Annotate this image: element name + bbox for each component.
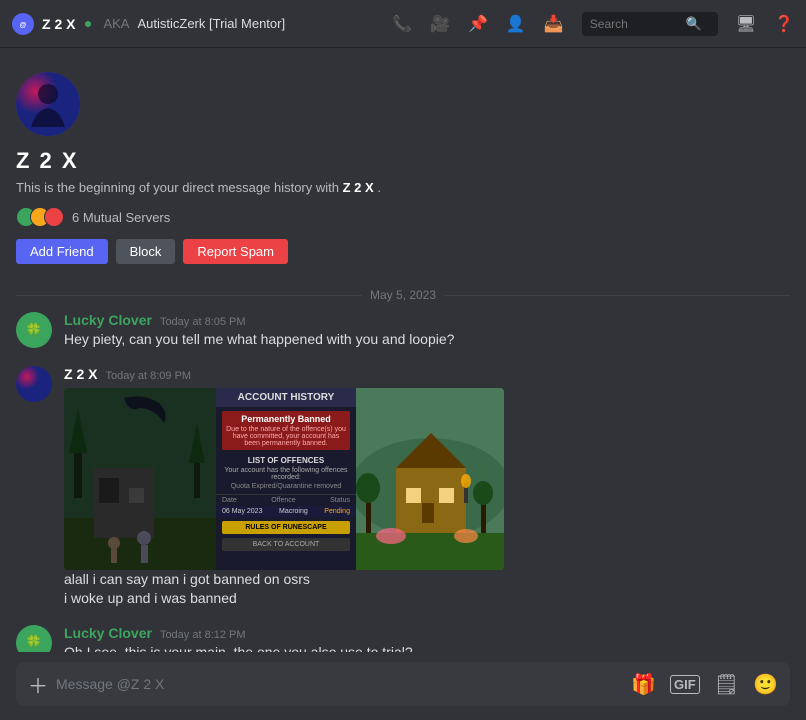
table-row: 06 May 2023 Macroing Pending [216, 506, 356, 517]
message-group: 🍀 Lucky Clover Today at 8:12 PM Oh I see… [16, 623, 790, 652]
inbox-icon[interactable]: 📥 [544, 14, 564, 34]
account-history-header: ACCOUNT HISTORY [216, 388, 356, 407]
search-icon: 🔍 [686, 16, 702, 32]
avatar: 🍀 [16, 625, 52, 652]
profile-header: Z 2 X This is the beginning of your dire… [0, 48, 806, 280]
message-input-area: ＋ 🎁 GIF 🗒 🙂 [0, 652, 806, 720]
avatar [16, 72, 80, 136]
profile-desc-prefix: This is the beginning of your direct mes… [16, 180, 339, 195]
gif-icon[interactable]: GIF [670, 675, 700, 694]
message-text: Oh I see, this is your main, the one you… [64, 643, 790, 652]
input-icons: 🎁 GIF 🗒 🙂 [631, 672, 778, 697]
mutual-server-avatars [16, 207, 64, 227]
message-header: Lucky Clover Today at 8:05 PM [64, 312, 790, 328]
message-text-2: i woke up and i was banned [64, 589, 790, 609]
rules-button: RULES OF RUNESCAPE [222, 521, 350, 534]
sticker-icon[interactable]: 🗒 [714, 672, 739, 697]
add-friend-button[interactable]: Add Friend [16, 239, 108, 264]
help-icon[interactable]: ❓ [774, 14, 794, 34]
message-author: Lucky Clover [64, 625, 152, 641]
row-status: Pending [324, 508, 350, 515]
action-buttons: Add Friend Block Report Spam [16, 239, 790, 264]
message-group: 🍀 Lucky Clover Today at 8:05 PM Hey piet… [16, 310, 790, 352]
message-header: Z 2 X Today at 8:09 PM [64, 366, 790, 382]
row-date: 06 May 2023 [222, 508, 262, 515]
chat-area: Z 2 X This is the beginning of your dire… [0, 48, 806, 720]
report-spam-button[interactable]: Report Spam [183, 239, 288, 264]
table-col-date: Date [222, 497, 237, 504]
profile-description: This is the beginning of your direct mes… [16, 180, 790, 195]
date-line-right [444, 295, 790, 296]
table-header: Date Offence Status [216, 494, 356, 506]
message-time: Today at 8:05 PM [160, 316, 246, 328]
search-bar[interactable]: 🔍 [582, 12, 718, 36]
message-group: Z 2 X Today at 8:09 PM [16, 364, 790, 611]
mutual-avatar-3 [44, 207, 64, 227]
message-time: Today at 8:12 PM [160, 629, 246, 641]
message-time: Today at 8:09 PM [105, 370, 191, 382]
header-aka-label: AKA [103, 16, 129, 31]
date-line-left [16, 295, 362, 296]
header-aka-name: AutisticZerk [Trial Mentor] [137, 16, 285, 31]
block-button[interactable]: Block [116, 239, 176, 264]
message-image-container: ACCOUNT HISTORY Permanently Banned Due t… [64, 388, 790, 570]
header-logo: @ [12, 13, 34, 35]
profile-desc-suffix: . [377, 180, 381, 195]
quota-label: Quota Expired/Quarantine removed [216, 481, 356, 492]
avatar: 🍀 [16, 312, 52, 348]
offences-desc: Your account has the following offences … [216, 467, 356, 481]
message-text: Hey piety, can you tell me what happened… [64, 330, 790, 350]
video-icon[interactable]: 🎥 [430, 14, 450, 34]
search-input[interactable] [590, 17, 680, 31]
row-offence: Macroing [279, 508, 308, 515]
date-separator: May 5, 2023 [0, 280, 806, 310]
phone-icon[interactable]: 📞 [392, 14, 412, 34]
online-status-dot [85, 21, 91, 27]
mutual-count-label: 6 Mutual Servers [72, 210, 170, 225]
add-member-icon[interactable]: 👤 [506, 14, 526, 34]
svg-text:@: @ [20, 21, 27, 28]
mutual-servers: 6 Mutual Servers [16, 207, 790, 227]
header-icons: 📞 🎥 📌 👤 📥 🔍 🖥 ❓ [392, 12, 794, 36]
messages-list: 🍀 Lucky Clover Today at 8:05 PM Hey piet… [0, 310, 806, 652]
pin-icon[interactable]: 📌 [468, 14, 488, 34]
emoji-icon[interactable]: 🙂 [753, 672, 778, 697]
message-author: Z 2 X [64, 366, 97, 382]
profile-desc-bold: Z 2 X [343, 180, 374, 195]
back-button: BACK TO ACCOUNT [222, 538, 350, 551]
banned-desc: Due to the nature of the offence(s) you … [226, 426, 346, 447]
add-attachment-icon[interactable]: ＋ [28, 670, 48, 699]
message-text: alall i can say man i got banned on osrs [64, 570, 790, 590]
table-col-offence: Offence [271, 497, 295, 504]
message-content: Lucky Clover Today at 8:05 PM Hey piety,… [64, 312, 790, 350]
date-text: May 5, 2023 [370, 288, 436, 302]
message-input-wrapper: ＋ 🎁 GIF 🗒 🙂 [16, 662, 790, 706]
message-input[interactable] [56, 666, 623, 702]
gift-icon[interactable]: 🎁 [631, 672, 656, 697]
header-username: Z 2 X [42, 16, 75, 32]
banned-box: Permanently Banned Due to the nature of … [222, 411, 350, 450]
profile-name: Z 2 X [16, 148, 790, 174]
account-history-panel: ACCOUNT HISTORY Permanently Banned Due t… [216, 388, 356, 570]
monitor-icon[interactable]: 🖥 [736, 14, 756, 34]
avatar [16, 366, 52, 402]
message-content: Z 2 X Today at 8:09 PM [64, 366, 790, 609]
main-content: Z 2 X This is the beginning of your dire… [0, 48, 806, 720]
avatar-inner [16, 72, 80, 136]
message-header: Lucky Clover Today at 8:12 PM [64, 625, 790, 641]
right-image-panel [356, 388, 504, 570]
message-content: Lucky Clover Today at 8:12 PM Oh I see, … [64, 625, 790, 652]
message-image: ACCOUNT HISTORY Permanently Banned Due t… [64, 388, 504, 570]
banned-title: Permanently Banned [226, 414, 346, 424]
offences-title: LIST OF OFFENCES [216, 454, 356, 467]
left-image-panel [64, 388, 216, 570]
message-author: Lucky Clover [64, 312, 152, 328]
table-col-status: Status [330, 497, 350, 504]
header: @ Z 2 X AKA AutisticZerk [Trial Mentor] … [0, 0, 806, 48]
